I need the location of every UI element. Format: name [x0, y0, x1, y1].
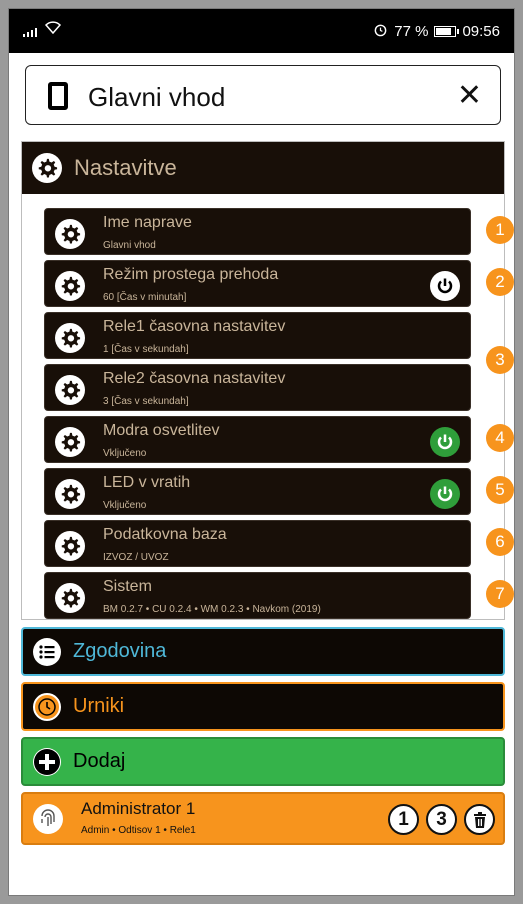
- schedules-label: Urniki: [73, 695, 125, 717]
- setting-label: Ime naprave: [103, 214, 192, 231]
- settings-title: Nastavitve: [74, 155, 177, 180]
- setting-value: 1 [Čas v sekundah]: [103, 344, 189, 355]
- fingerprint-icon: [33, 804, 63, 834]
- badge-2: 2: [486, 268, 514, 296]
- relay-count-badge[interactable]: 3: [426, 804, 457, 835]
- gear-icon: [55, 323, 85, 353]
- status-right: 77 % 09:56: [373, 22, 500, 41]
- device-icon: [48, 82, 68, 110]
- alarm-clock-icon: [373, 22, 388, 41]
- power-toggle-icon[interactable]: [430, 479, 460, 509]
- setting-value: Glavni vhod: [103, 240, 156, 251]
- gear-icon: [55, 219, 85, 249]
- clock: 09:56: [462, 23, 500, 40]
- power-toggle-icon[interactable]: [430, 271, 460, 301]
- page-title: Glavni vhod: [88, 82, 226, 112]
- gear-icon: [55, 271, 85, 301]
- setting-system[interactable]: Sistem BM 0.2.7 • CU 0.2.4 • WM 0.2.3 • N…: [44, 572, 471, 619]
- badge-3: 3: [486, 346, 514, 374]
- setting-value: BM 0.2.7 • CU 0.2.4 • WM 0.2.3 • Navkom …: [103, 604, 321, 615]
- user-details: Admin • Odtisov 1 • Rele1: [81, 825, 196, 836]
- badge-7: 7: [486, 580, 514, 608]
- setting-label: Modra osvetlitev: [103, 422, 220, 439]
- trash-icon[interactable]: [464, 804, 495, 835]
- badge-6: 6: [486, 528, 514, 556]
- add-label: Dodaj: [73, 750, 126, 772]
- user-row[interactable]: Administrator 1 Admin • Odtisov 1 • Rele…: [21, 792, 505, 845]
- setting-database[interactable]: Podatkovna baza IZVOZ / UVOZ: [44, 520, 471, 567]
- setting-value: IZVOZ / UVOZ: [103, 552, 169, 563]
- history-label: Zgodovina: [73, 640, 167, 662]
- status-bar: 77 % 09:56: [9, 9, 514, 53]
- settings-panel: Nastavitve Ime naprave Glavni vhod Režim…: [21, 141, 505, 620]
- badge-1: 1: [486, 216, 514, 244]
- history-section[interactable]: Zgodovina: [21, 627, 505, 676]
- gear-icon: [55, 375, 85, 405]
- setting-value: Vključeno: [103, 500, 147, 511]
- wifi-icon: [44, 21, 62, 37]
- battery-percent: 77 %: [394, 23, 429, 40]
- setting-free-pass-mode[interactable]: Režim prostega prehoda 60 [Čas v minutah…: [44, 260, 471, 307]
- gear-icon: [55, 427, 85, 457]
- badge-4: 4: [486, 424, 514, 452]
- plus-icon: [33, 747, 61, 776]
- badge-5: 5: [486, 476, 514, 504]
- setting-value: 60 [Čas v minutah]: [103, 292, 187, 303]
- setting-label: Režim prostega prehoda: [103, 266, 279, 283]
- gear-icon: [32, 153, 62, 183]
- signal-indicator: [23, 21, 62, 37]
- setting-device-name[interactable]: Ime naprave Glavni vhod: [44, 208, 471, 255]
- setting-value: Vključeno: [103, 448, 147, 459]
- phone-screen: 77 % 09:56 Glavni vhod ✕ Nastavitve Ime …: [8, 8, 515, 896]
- device-title-bar: Glavni vhod ✕: [25, 65, 501, 125]
- setting-value: 3 [Čas v sekundah]: [103, 396, 189, 407]
- settings-header[interactable]: Nastavitve: [22, 142, 504, 194]
- user-name: Administrator 1: [81, 799, 196, 818]
- list-icon: [33, 637, 61, 666]
- setting-label: Rele2 časovna nastavitev: [103, 370, 286, 387]
- setting-label: Sistem: [103, 578, 152, 595]
- clock-icon: [33, 692, 61, 721]
- power-toggle-icon[interactable]: [430, 427, 460, 457]
- schedules-section[interactable]: Urniki: [21, 682, 505, 731]
- setting-label: LED v vratih: [103, 474, 191, 491]
- battery-icon: [434, 26, 460, 37]
- gear-icon: [55, 531, 85, 561]
- setting-label: Podatkovna baza: [103, 526, 227, 543]
- gear-icon: [55, 583, 85, 613]
- setting-blue-light[interactable]: Modra osvetlitev Vključeno: [44, 416, 471, 463]
- setting-relay1-time[interactable]: Rele1 časovna nastavitev 1 [Čas v sekund…: [44, 312, 471, 359]
- close-button[interactable]: ✕: [457, 78, 482, 113]
- setting-door-led[interactable]: LED v vratih Vključeno: [44, 468, 471, 515]
- gear-icon: [55, 479, 85, 509]
- add-section[interactable]: Dodaj: [21, 737, 505, 786]
- setting-label: Rele1 časovna nastavitev: [103, 318, 286, 335]
- setting-relay2-time[interactable]: Rele2 časovna nastavitev 3 [Čas v sekund…: [44, 364, 471, 411]
- fingerprint-count-badge[interactable]: 1: [388, 804, 419, 835]
